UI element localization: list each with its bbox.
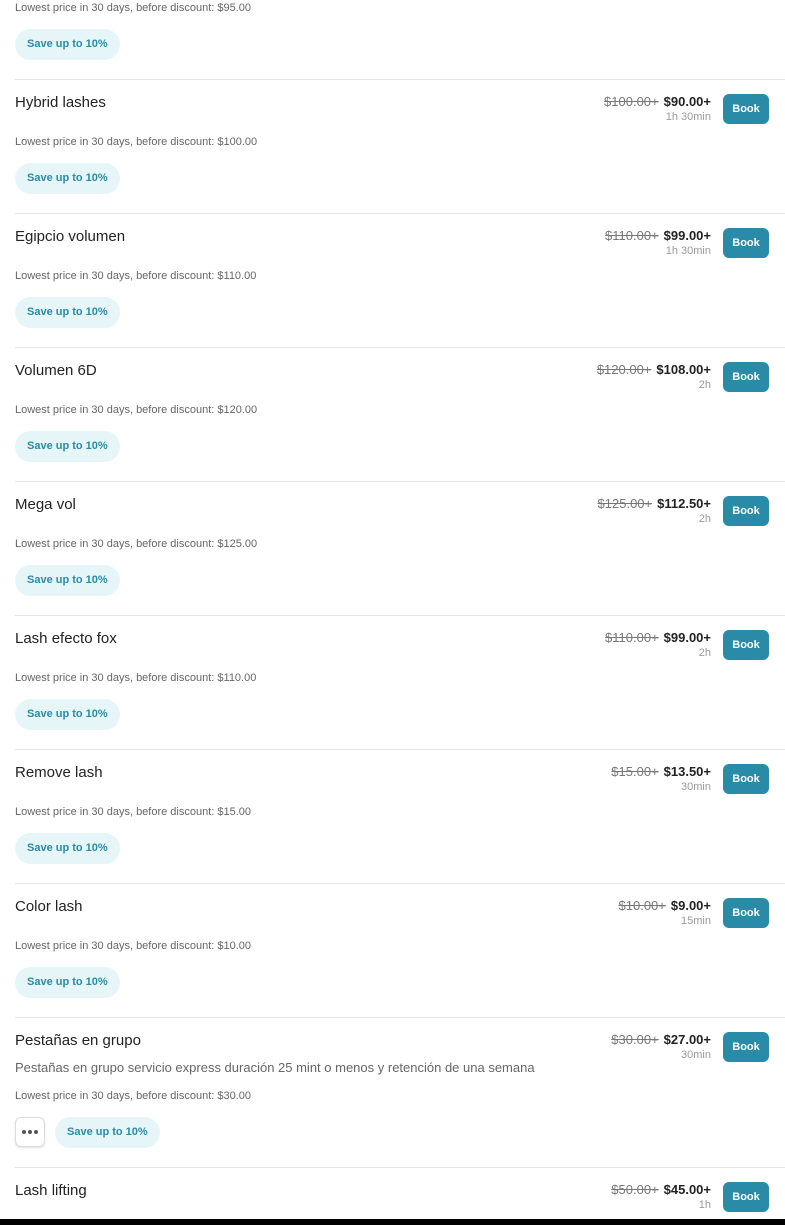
book-button[interactable]: Book xyxy=(723,1032,769,1062)
more-dots-icon xyxy=(22,1130,38,1134)
divider xyxy=(15,615,785,616)
divider xyxy=(15,481,785,482)
price-block: $110.00+ $99.00+ 1h 30min xyxy=(605,228,711,257)
divider xyxy=(15,347,785,348)
service-duration: 30min xyxy=(681,781,711,793)
original-price: $30.00+ xyxy=(611,1032,659,1047)
service-name: Color lash xyxy=(15,898,83,915)
book-button[interactable]: Book xyxy=(723,898,769,928)
original-price: $125.00+ xyxy=(597,496,653,511)
lowest-price-note: Lowest price in 30 days, before discount… xyxy=(15,2,252,14)
service-duration: 1h xyxy=(698,1199,711,1211)
discounted-price: $108.00+ xyxy=(656,362,711,377)
service-item-egipcio-volumen: Egipcio volumen $110.00+ $99.00+ 1h 30min… xyxy=(0,213,785,347)
divider xyxy=(15,79,785,80)
price-block: $30.00+ $27.00+ 30min xyxy=(611,1032,711,1061)
book-button[interactable]: Book xyxy=(723,764,769,794)
service-name: Pestañas en grupo xyxy=(15,1032,141,1049)
price-block: $100.00+ $90.00+ 1h 30min xyxy=(604,94,711,123)
service-duration: 30min xyxy=(681,1049,711,1061)
discounted-price: $90.00+ xyxy=(663,94,711,109)
service-item-mega-vol: Mega vol $125.00+ $112.50+ 2h Book Lowest… xyxy=(0,481,785,615)
service-item-remove-lash: Remove lash $15.00+ $13.50+ 30min Book Lo… xyxy=(0,749,785,883)
discounted-price: $99.00+ xyxy=(663,228,711,243)
discounted-price: $27.00+ xyxy=(663,1032,711,1047)
bottom-edge-bar xyxy=(0,1219,785,1225)
lowest-price-note: Lowest price in 30 days, before discount… xyxy=(15,538,258,550)
service-name: Hybrid lashes xyxy=(15,94,106,111)
discount-badge: Save up to 10% xyxy=(55,1117,160,1148)
service-item-color-lash: Color lash $10.00+ $9.00+ 15min Book Lowe… xyxy=(0,883,785,1017)
discount-badge: Save up to 10% xyxy=(15,431,120,462)
book-button[interactable]: Book xyxy=(723,94,769,124)
service-duration: 2h xyxy=(698,379,711,391)
service-name: Mega vol xyxy=(15,496,76,513)
service-name: Volumen 6D xyxy=(15,362,97,379)
original-price: $15.00+ xyxy=(611,764,659,779)
original-price: $50.00+ xyxy=(611,1182,659,1197)
discount-badge: Save up to 10% xyxy=(15,163,120,194)
service-item-hybrid-lashes: Hybrid lashes $100.00+ $90.00+ 1h 30min B… xyxy=(0,79,785,213)
service-duration: 1h 30min xyxy=(665,111,711,123)
price-block: $125.00+ $112.50+ 2h xyxy=(598,496,711,525)
service-duration: 1h 30min xyxy=(665,245,711,257)
lowest-price-note: Lowest price in 30 days, before discount… xyxy=(15,940,252,952)
discounted-price: $13.50+ xyxy=(663,764,711,779)
service-item-volumen-6d: Volumen 6D $120.00+ $108.00+ 2h Book Lowe… xyxy=(0,347,785,481)
price-block: $50.00+ $45.00+ 1h xyxy=(611,1182,711,1211)
service-duration: 2h xyxy=(698,647,711,659)
discounted-price: $9.00+ xyxy=(670,898,711,913)
service-description: Pestañas en grupo servicio express durac… xyxy=(15,1060,535,1075)
service-name: Lash lifting xyxy=(15,1182,87,1199)
original-price: $10.00+ xyxy=(618,898,666,913)
book-button[interactable]: Book xyxy=(723,630,769,660)
discount-badge: Save up to 10% xyxy=(15,699,120,730)
book-button[interactable]: Book xyxy=(723,228,769,258)
divider xyxy=(15,883,785,884)
discount-badge: Save up to 10% xyxy=(15,833,120,864)
service-item-lash-efecto-fox: Lash efecto fox $110.00+ $99.00+ 2h Book … xyxy=(0,615,785,749)
original-price: $110.00+ xyxy=(605,228,659,243)
lowest-price-note: Lowest price in 30 days, before discount… xyxy=(15,806,252,818)
service-name: Remove lash xyxy=(15,764,103,781)
book-button[interactable]: Book xyxy=(723,1182,769,1212)
service-duration: 2h xyxy=(698,513,711,525)
price-block: $120.00+ $108.00+ 2h xyxy=(597,362,711,391)
discount-badge: Save up to 10% xyxy=(15,297,120,328)
lowest-price-note: Lowest price in 30 days, before discount… xyxy=(15,136,258,148)
discounted-price: $45.00+ xyxy=(663,1182,711,1197)
original-price: $100.00+ xyxy=(604,94,659,109)
divider xyxy=(15,213,785,214)
lowest-price-note: Lowest price in 30 days, before discount… xyxy=(15,672,257,684)
original-price: $110.00+ xyxy=(605,630,659,645)
discount-badge: Save up to 10% xyxy=(15,565,120,596)
service-name: Lash efecto fox xyxy=(15,630,117,647)
price-block: $15.00+ $13.50+ 30min xyxy=(611,764,711,793)
divider xyxy=(15,749,785,750)
service-item-pestanas-en-grupo: Pestañas en grupo Pestañas en grupo serv… xyxy=(0,1017,785,1167)
discounted-price: $99.00+ xyxy=(663,630,711,645)
discount-badge: Save up to 10% xyxy=(15,967,120,998)
book-button[interactable]: Book xyxy=(723,362,769,392)
lowest-price-note: Lowest price in 30 days, before discount… xyxy=(15,1090,252,1102)
more-options-button[interactable] xyxy=(15,1117,45,1147)
lowest-price-note: Lowest price in 30 days, before discount… xyxy=(15,270,257,282)
discount-badge: Save up to 10% xyxy=(15,29,120,60)
lowest-price-note: Lowest price in 30 days, before discount… xyxy=(15,404,258,416)
price-block: $110.00+ $99.00+ 2h xyxy=(605,630,711,659)
book-button[interactable]: Book xyxy=(723,496,769,526)
service-duration: 15min xyxy=(681,915,711,927)
original-price: $120.00+ xyxy=(596,362,652,377)
price-block: $10.00+ $9.00+ 15min xyxy=(619,898,711,927)
service-item-partial: Lowest price in 30 days, before discount… xyxy=(0,0,785,79)
discounted-price: $112.50+ xyxy=(657,496,711,511)
service-item-lash-lifting: Lash lifting $50.00+ $45.00+ 1h Book xyxy=(0,1167,785,1225)
divider xyxy=(15,1167,785,1168)
service-name: Egipcio volumen xyxy=(15,228,126,245)
divider xyxy=(15,1017,785,1018)
